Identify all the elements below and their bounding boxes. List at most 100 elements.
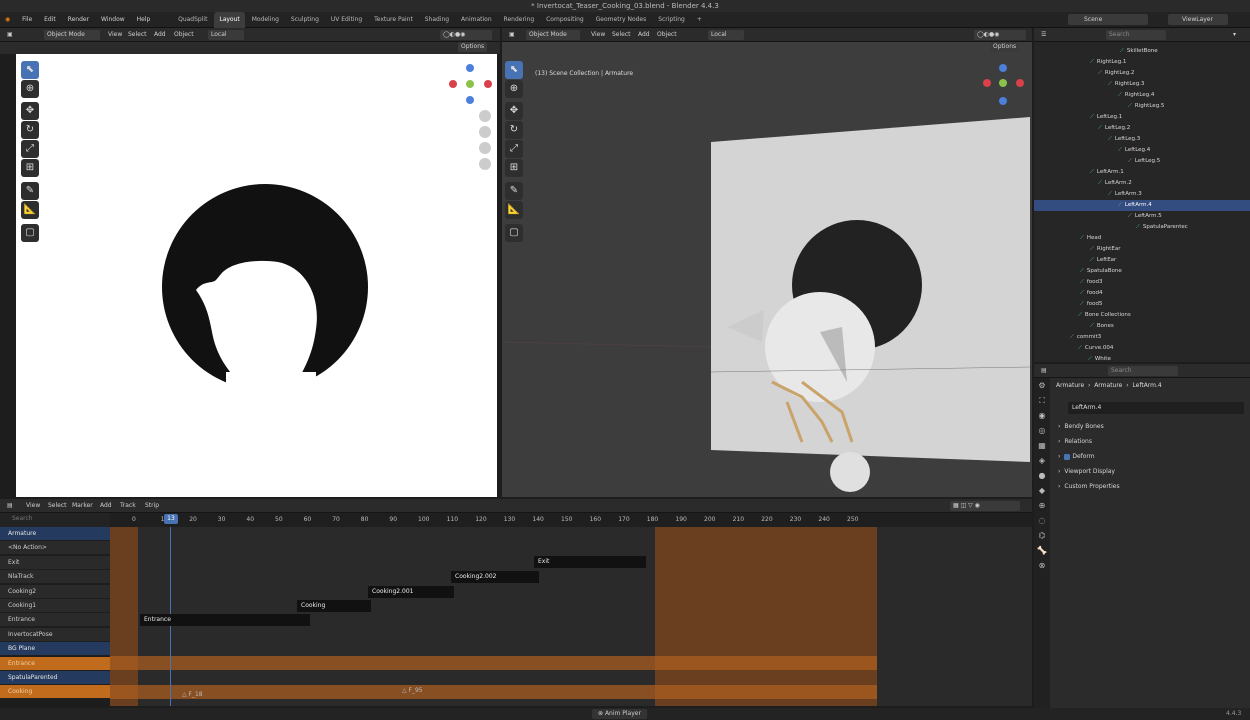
bone-name-field[interactable]: LeftArm.4 bbox=[1068, 402, 1244, 414]
gizmo-y-icon[interactable] bbox=[999, 79, 1007, 87]
outliner-item[interactable]: ⟋ SpatulaBone bbox=[1034, 266, 1250, 277]
menu-file[interactable]: File bbox=[17, 12, 37, 28]
left-mode-dropdown[interactable]: Object Mode bbox=[44, 30, 100, 40]
outliner-item[interactable]: ⟋ LeftLeg.5 bbox=[1034, 156, 1250, 167]
move-tool-icon[interactable]: ✥ bbox=[505, 102, 523, 120]
nla-channel[interactable]: NlaTrack bbox=[0, 570, 110, 585]
strip-exit[interactable]: Exit bbox=[534, 556, 646, 568]
outliner-item[interactable]: ⟋ RightLeg.4 bbox=[1034, 90, 1250, 101]
zoom-icon[interactable] bbox=[479, 110, 491, 122]
menu-render[interactable]: Render bbox=[63, 12, 94, 28]
left-shading-buttons[interactable]: ◯◐●◉ bbox=[440, 30, 492, 40]
tab-shading[interactable]: Shading bbox=[420, 12, 454, 28]
nla-search-input[interactable]: Search bbox=[12, 515, 33, 522]
tab-animation[interactable]: Animation bbox=[456, 12, 497, 28]
nla-ruler[interactable]: 0102030405060708090100110120130140150160… bbox=[110, 513, 1032, 527]
tab-rendering[interactable]: Rendering bbox=[499, 12, 540, 28]
gizmo-z-neg-icon[interactable] bbox=[466, 96, 474, 104]
tab-sculpting[interactable]: Sculpting bbox=[286, 12, 324, 28]
strip-entrance[interactable]: Entrance bbox=[140, 614, 310, 626]
properties-search-input[interactable]: Search bbox=[1108, 366, 1178, 376]
outliner-item[interactable]: ⟋ RightLeg.1 bbox=[1034, 57, 1250, 68]
outliner-item[interactable]: ⟋ LeftEar bbox=[1034, 255, 1250, 266]
outliner-search-input[interactable]: Search bbox=[1106, 30, 1166, 40]
outliner-item[interactable]: ⟋ RightLeg.3 bbox=[1034, 79, 1250, 90]
blender-logo-icon[interactable]: ◉ bbox=[0, 12, 15, 28]
outliner-item[interactable]: ⟋ RightLeg.2 bbox=[1034, 68, 1250, 79]
nla-filter-buttons[interactable]: ▦ ◫ ▽ ◉ bbox=[950, 501, 1020, 511]
gizmo-z-neg-icon[interactable] bbox=[999, 97, 1007, 105]
outliner-item[interactable]: ⟋ LeftArm.1 bbox=[1034, 167, 1250, 178]
right-mode-dropdown[interactable]: Object Mode bbox=[526, 30, 580, 40]
nla-menu-track[interactable]: Track bbox=[120, 501, 136, 511]
scene-selector[interactable]: Scene bbox=[1068, 14, 1148, 25]
outliner-item[interactable]: ⟋ food4 bbox=[1034, 288, 1250, 299]
transform-tool-icon[interactable]: ⊞ bbox=[505, 159, 523, 177]
tab-scripting[interactable]: Scripting bbox=[653, 12, 690, 28]
gizmo-z-icon[interactable] bbox=[466, 64, 474, 72]
pan-icon[interactable] bbox=[479, 126, 491, 138]
outliner-item[interactable]: ⟋ commit3 bbox=[1034, 332, 1250, 343]
strip-cooking2-002[interactable]: Cooking2.002 bbox=[451, 571, 539, 583]
outliner-item[interactable]: ⟋ LeftArm.4 bbox=[1034, 200, 1250, 211]
outliner-item[interactable]: ⟋ LeftArm.2 bbox=[1034, 178, 1250, 189]
left-options-button[interactable]: Options bbox=[458, 42, 488, 52]
cursor-tool-icon[interactable]: ⊕ bbox=[21, 80, 39, 98]
add-cube-tool-icon[interactable]: ▢ bbox=[21, 224, 39, 242]
panel-deform[interactable]: › Deform bbox=[1054, 450, 1246, 464]
nla-menu-add[interactable]: Add bbox=[100, 501, 112, 511]
right-menu-view[interactable]: View bbox=[591, 30, 605, 40]
rotate-tool-icon[interactable]: ↻ bbox=[505, 121, 523, 139]
outliner-item[interactable]: ⟋ LeftArm.3 bbox=[1034, 189, 1250, 200]
menu-help[interactable]: Help bbox=[132, 12, 156, 28]
outliner-item[interactable]: ⟋ LeftLeg.4 bbox=[1034, 145, 1250, 156]
marker-f18[interactable]: △ F_18 bbox=[182, 691, 203, 698]
view-layer-selector[interactable]: ViewLayer bbox=[1168, 14, 1228, 25]
select-tool-icon[interactable]: ⬉ bbox=[505, 61, 523, 79]
measure-tool-icon[interactable]: 📐 bbox=[21, 201, 39, 219]
outliner-item[interactable]: ⟋ RightEar bbox=[1034, 244, 1250, 255]
tab-modeling[interactable]: Modeling bbox=[247, 12, 284, 28]
measure-tool-icon[interactable]: 📐 bbox=[505, 201, 523, 219]
left-menu-view[interactable]: View bbox=[108, 30, 122, 40]
properties-editor-icon[interactable]: ▤ bbox=[1038, 366, 1050, 376]
gizmo-x-neg-icon[interactable] bbox=[449, 80, 457, 88]
menu-window[interactable]: Window bbox=[96, 12, 130, 28]
outliner-item[interactable]: ⟋ Curve.004 bbox=[1034, 343, 1250, 354]
nla-menu-view[interactable]: View bbox=[26, 501, 40, 511]
add-workspace-button[interactable]: + bbox=[692, 12, 707, 28]
outliner-item[interactable]: ⟋ LeftLeg.1 bbox=[1034, 112, 1250, 123]
outliner-item[interactable]: ⟋ food5 bbox=[1034, 299, 1250, 310]
nla-channel[interactable]: InvertocatPose bbox=[0, 627, 110, 642]
editor-type-icon[interactable]: ▣ bbox=[506, 30, 518, 40]
ortho-toggle-icon[interactable] bbox=[479, 158, 491, 170]
outliner-item[interactable]: ⟋ LeftLeg.3 bbox=[1034, 134, 1250, 145]
right-menu-select[interactable]: Select bbox=[612, 30, 631, 40]
outliner-item[interactable]: ⟋ RightLeg.5 bbox=[1034, 101, 1250, 112]
gizmo-x-neg-icon[interactable] bbox=[1016, 79, 1024, 87]
outliner-item[interactable]: ⟋ Bone Collections bbox=[1034, 310, 1250, 321]
nla-channel[interactable]: Entrance bbox=[0, 613, 110, 628]
tab-texture-paint[interactable]: Texture Paint bbox=[369, 12, 418, 28]
outliner-item[interactable]: ⟋ Head bbox=[1034, 233, 1250, 244]
nla-channel[interactable]: Cooking1 bbox=[0, 599, 110, 613]
annotate-tool-icon[interactable]: ✎ bbox=[21, 182, 39, 200]
tab-uv-editing[interactable]: UV Editing bbox=[326, 12, 367, 28]
right-menu-object[interactable]: Object bbox=[657, 30, 677, 40]
nla-channel[interactable]: Entrance bbox=[0, 656, 110, 671]
scale-tool-icon[interactable]: ⤢ bbox=[505, 140, 523, 158]
right-shading-buttons[interactable]: ◯◐●◉ bbox=[974, 30, 1026, 40]
tab-quadsplit[interactable]: QuadSplit bbox=[173, 12, 212, 28]
strip-cooking2-001[interactable]: Cooking2.001 bbox=[368, 586, 454, 598]
current-frame-indicator[interactable]: 13 bbox=[164, 514, 178, 524]
panel-custom-properties[interactable]: › Custom Properties bbox=[1054, 480, 1246, 494]
outliner-item[interactable]: ⟋ Bones bbox=[1034, 321, 1250, 332]
select-tool-icon[interactable]: ⬉ bbox=[21, 61, 39, 79]
left-menu-object[interactable]: Object bbox=[174, 30, 194, 40]
right-menu-add[interactable]: Add bbox=[638, 30, 650, 40]
outliner-editor-icon[interactable]: ☰ bbox=[1038, 30, 1049, 40]
strip-cooking[interactable]: Cooking bbox=[297, 600, 371, 612]
right-viewport-canvas[interactable]: (13) Scene Collection | Armature Options bbox=[502, 42, 1032, 497]
left-viewport-canvas[interactable] bbox=[16, 54, 497, 497]
nla-menu-strip[interactable]: Strip bbox=[145, 501, 159, 511]
